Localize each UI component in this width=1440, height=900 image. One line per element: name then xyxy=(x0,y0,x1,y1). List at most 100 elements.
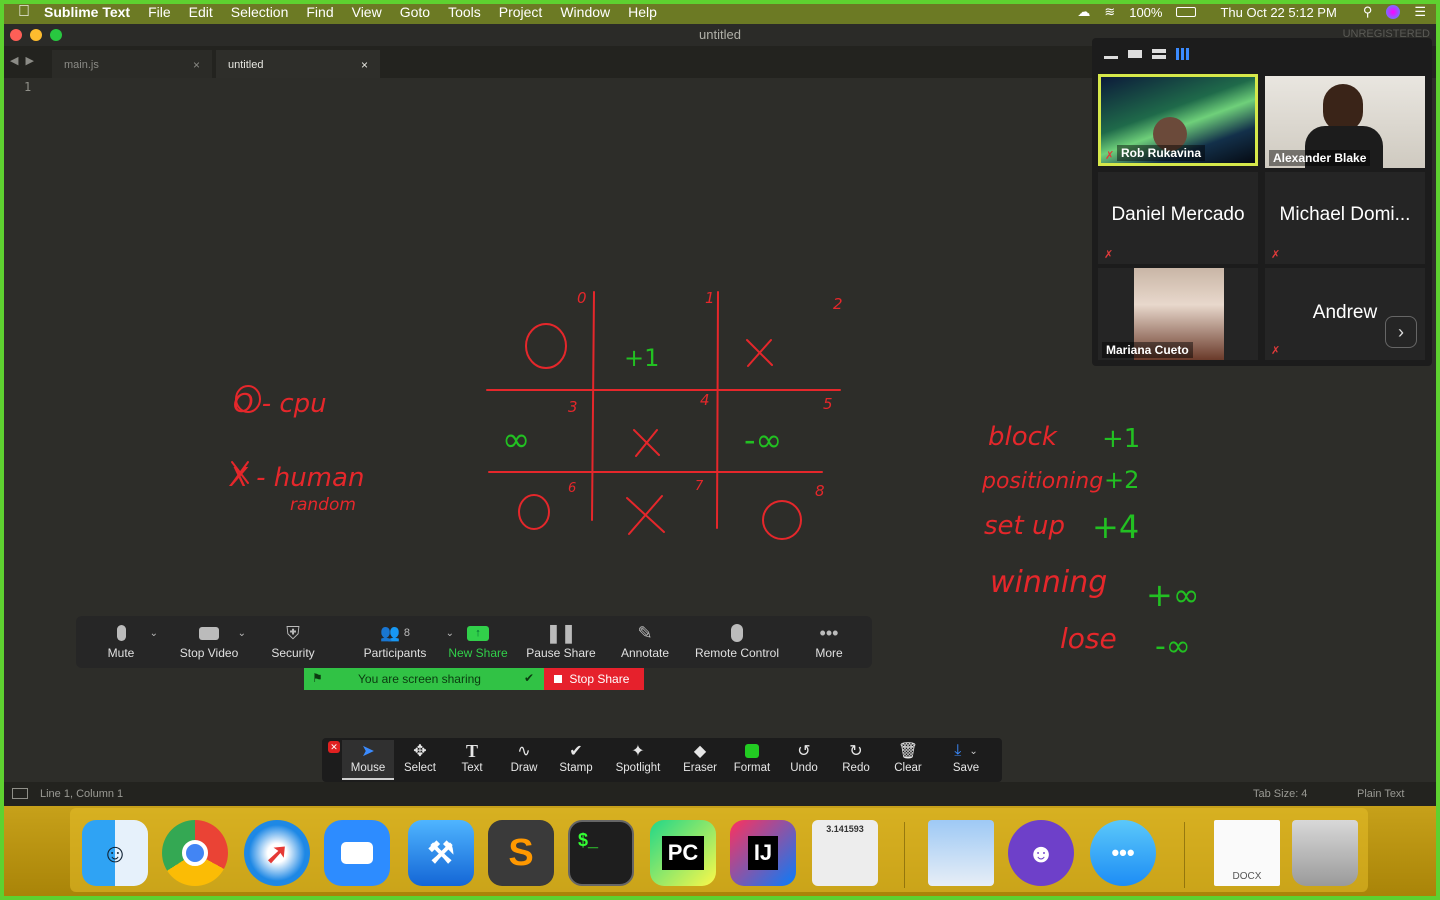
tool-eraser[interactable]: ◆ Eraser xyxy=(674,740,726,780)
mark-x-2 xyxy=(746,339,773,367)
cursor-arrow-icon: ➤ xyxy=(361,743,375,760)
mark-o-6 xyxy=(518,494,550,530)
stop-share-button[interactable]: Stop Share xyxy=(544,668,644,690)
sharing-status-text: You are screen sharing xyxy=(358,672,481,686)
tool-label: Eraser xyxy=(683,762,717,774)
shield-icon: ⛨ xyxy=(286,622,300,643)
participant-tile[interactable]: Andrew ✗ › xyxy=(1265,268,1425,360)
hide-video-icon[interactable] xyxy=(1128,50,1142,58)
tool-label: Select xyxy=(404,762,436,774)
mouse-icon xyxy=(682,620,792,646)
close-annotation-icon[interactable]: ✕ xyxy=(328,741,340,753)
score-label-positioning: positioning xyxy=(981,469,1103,494)
pencil-icon: ✎ xyxy=(637,622,653,643)
meeting-controls: Mute ⌄ Stop Video ⌄ ⛨ Security 👥 8 Partic… xyxy=(76,616,872,668)
participant-tile[interactable]: Rob Rukavina ✗ xyxy=(1098,74,1258,166)
eraser-icon: ◆ xyxy=(693,743,707,760)
minimize-gallery-icon[interactable] xyxy=(1104,49,1118,59)
annotate-label: Annotate xyxy=(620,646,670,660)
tool-stamp[interactable]: ✔ Stamp xyxy=(550,740,602,780)
score-label-winning: winning xyxy=(990,565,1107,600)
tool-mouse[interactable]: ➤ Mouse xyxy=(342,740,394,780)
move-arrows-icon: ✥ xyxy=(413,743,427,760)
board-index-0: 0 xyxy=(577,289,587,307)
board-index-6: 6 xyxy=(568,481,576,496)
sharing-status[interactable]: ⚑ You are screen sharing ✔ xyxy=(304,668,544,690)
mute-button[interactable]: Mute ⌄ xyxy=(76,620,166,666)
speaker-view-icon[interactable] xyxy=(1152,49,1166,59)
tool-text[interactable]: T Text xyxy=(446,740,498,780)
tool-draw[interactable]: ∿ Draw xyxy=(498,740,550,780)
tool-label: Undo xyxy=(790,762,818,774)
video-gallery[interactable]: Rob Rukavina ✗ Alexander Blake Daniel Me… xyxy=(1092,38,1432,366)
text-t-icon: T xyxy=(465,740,478,761)
score-value-winning: +∞ xyxy=(1146,576,1199,614)
stop-video-button[interactable]: Stop Video ⌄ xyxy=(164,620,254,666)
pause-icon: ❚❚ xyxy=(545,622,577,643)
cell-1-score: +1 xyxy=(624,344,659,372)
tool-select[interactable]: ✥ Select xyxy=(394,740,446,780)
annotate-button[interactable]: ✎ Annotate xyxy=(600,620,690,666)
share-screen-icon: ↑ xyxy=(433,620,523,646)
new-share-button[interactable]: ↑ New Share xyxy=(433,620,523,666)
squiggle-icon: ∿ xyxy=(517,743,531,760)
tool-label: Stamp xyxy=(559,762,593,774)
chevron-down-icon[interactable]: ⌄ xyxy=(150,628,158,639)
security-button[interactable]: ⛨ Security xyxy=(248,620,338,666)
participants-count: 8 xyxy=(403,627,411,639)
gallery-view-controls xyxy=(1104,48,1190,60)
tool-spotlight[interactable]: ✦ Spotlight xyxy=(610,740,666,780)
tool-redo[interactable]: ↻ Redo xyxy=(830,740,882,780)
pause-share-button[interactable]: ❚❚ Pause Share xyxy=(516,620,606,666)
mark-o-0 xyxy=(525,323,567,369)
tool-label: Draw xyxy=(510,762,538,774)
trash-icon: 🗑 xyxy=(897,743,919,760)
score-label-setup: set up xyxy=(984,511,1065,541)
tool-label: Text xyxy=(461,762,483,774)
participant-tile[interactable]: Alexander Blake xyxy=(1265,76,1425,168)
chevron-down-icon[interactable]: ⌄ xyxy=(238,628,246,639)
gallery-view-icon[interactable] xyxy=(1176,48,1190,60)
drag-handle-icon[interactable]: ⚑ xyxy=(312,671,323,685)
board-index-5: 5 xyxy=(823,395,833,413)
participant-tile[interactable]: Michael Domi... ✗ xyxy=(1265,172,1425,264)
annotation-toolbar: ✕ ➤ Mouse ✥ Select T Text ∿ Draw ✔ Stamp… xyxy=(322,738,1002,782)
participant-name: Michael Domi... xyxy=(1279,204,1411,225)
save-download-icon: ⤓ ⌄ xyxy=(954,742,978,759)
tool-label: Redo xyxy=(842,762,870,774)
score-value-setup: +4 xyxy=(1092,508,1139,546)
security-label: Security xyxy=(271,646,315,660)
board-index-2: 2 xyxy=(833,295,843,313)
stop-square-icon xyxy=(554,675,562,683)
tool-save[interactable]: ⤓ ⌄ Save xyxy=(936,740,996,780)
muted-mic-icon: ✗ xyxy=(1104,249,1114,261)
stop-share-label: Stop Share xyxy=(569,672,630,686)
tool-clear[interactable]: 🗑 Clear xyxy=(882,740,934,780)
legend-o-text: O - cpu xyxy=(233,389,327,419)
cell-5-score: -∞ xyxy=(744,421,782,459)
participant-tile[interactable]: Daniel Mercado ✗ xyxy=(1098,172,1258,264)
next-page-chevron-icon[interactable]: › xyxy=(1385,316,1417,348)
shield-check-icon: ✔ xyxy=(523,671,534,685)
color-swatch-icon xyxy=(726,740,778,762)
score-value-lose: -∞ xyxy=(1155,629,1191,664)
checkmark-icon: ✔ xyxy=(569,743,583,760)
board-index-4: 4 xyxy=(700,391,710,409)
muted-mic-icon: ✗ xyxy=(1271,345,1281,357)
chevron-down-icon[interactable]: ⌄ xyxy=(969,746,977,757)
mark-x-4 xyxy=(633,429,660,457)
participant-name: Daniel Mercado xyxy=(1111,204,1245,225)
participant-tile[interactable]: Mariana Cueto xyxy=(1098,268,1258,360)
tool-format[interactable]: Format xyxy=(726,740,778,780)
board-index-1: 1 xyxy=(705,289,715,307)
tool-undo[interactable]: ↺ Undo xyxy=(778,740,830,780)
muted-mic-icon: ✗ xyxy=(1271,249,1281,261)
legend-x-text: X - human xyxy=(228,463,364,493)
wand-icon: ✦ xyxy=(631,743,645,760)
more-button[interactable]: ••• More xyxy=(784,620,874,666)
participant-name: Alexander Blake xyxy=(1269,150,1371,166)
redo-icon: ↻ xyxy=(849,743,863,760)
screen-sharing-banner: ⚑ You are screen sharing ✔ Stop Share xyxy=(304,668,644,690)
remote-control-button[interactable]: Remote Control xyxy=(682,620,792,666)
participant-name: Rob Rukavina xyxy=(1117,145,1206,161)
